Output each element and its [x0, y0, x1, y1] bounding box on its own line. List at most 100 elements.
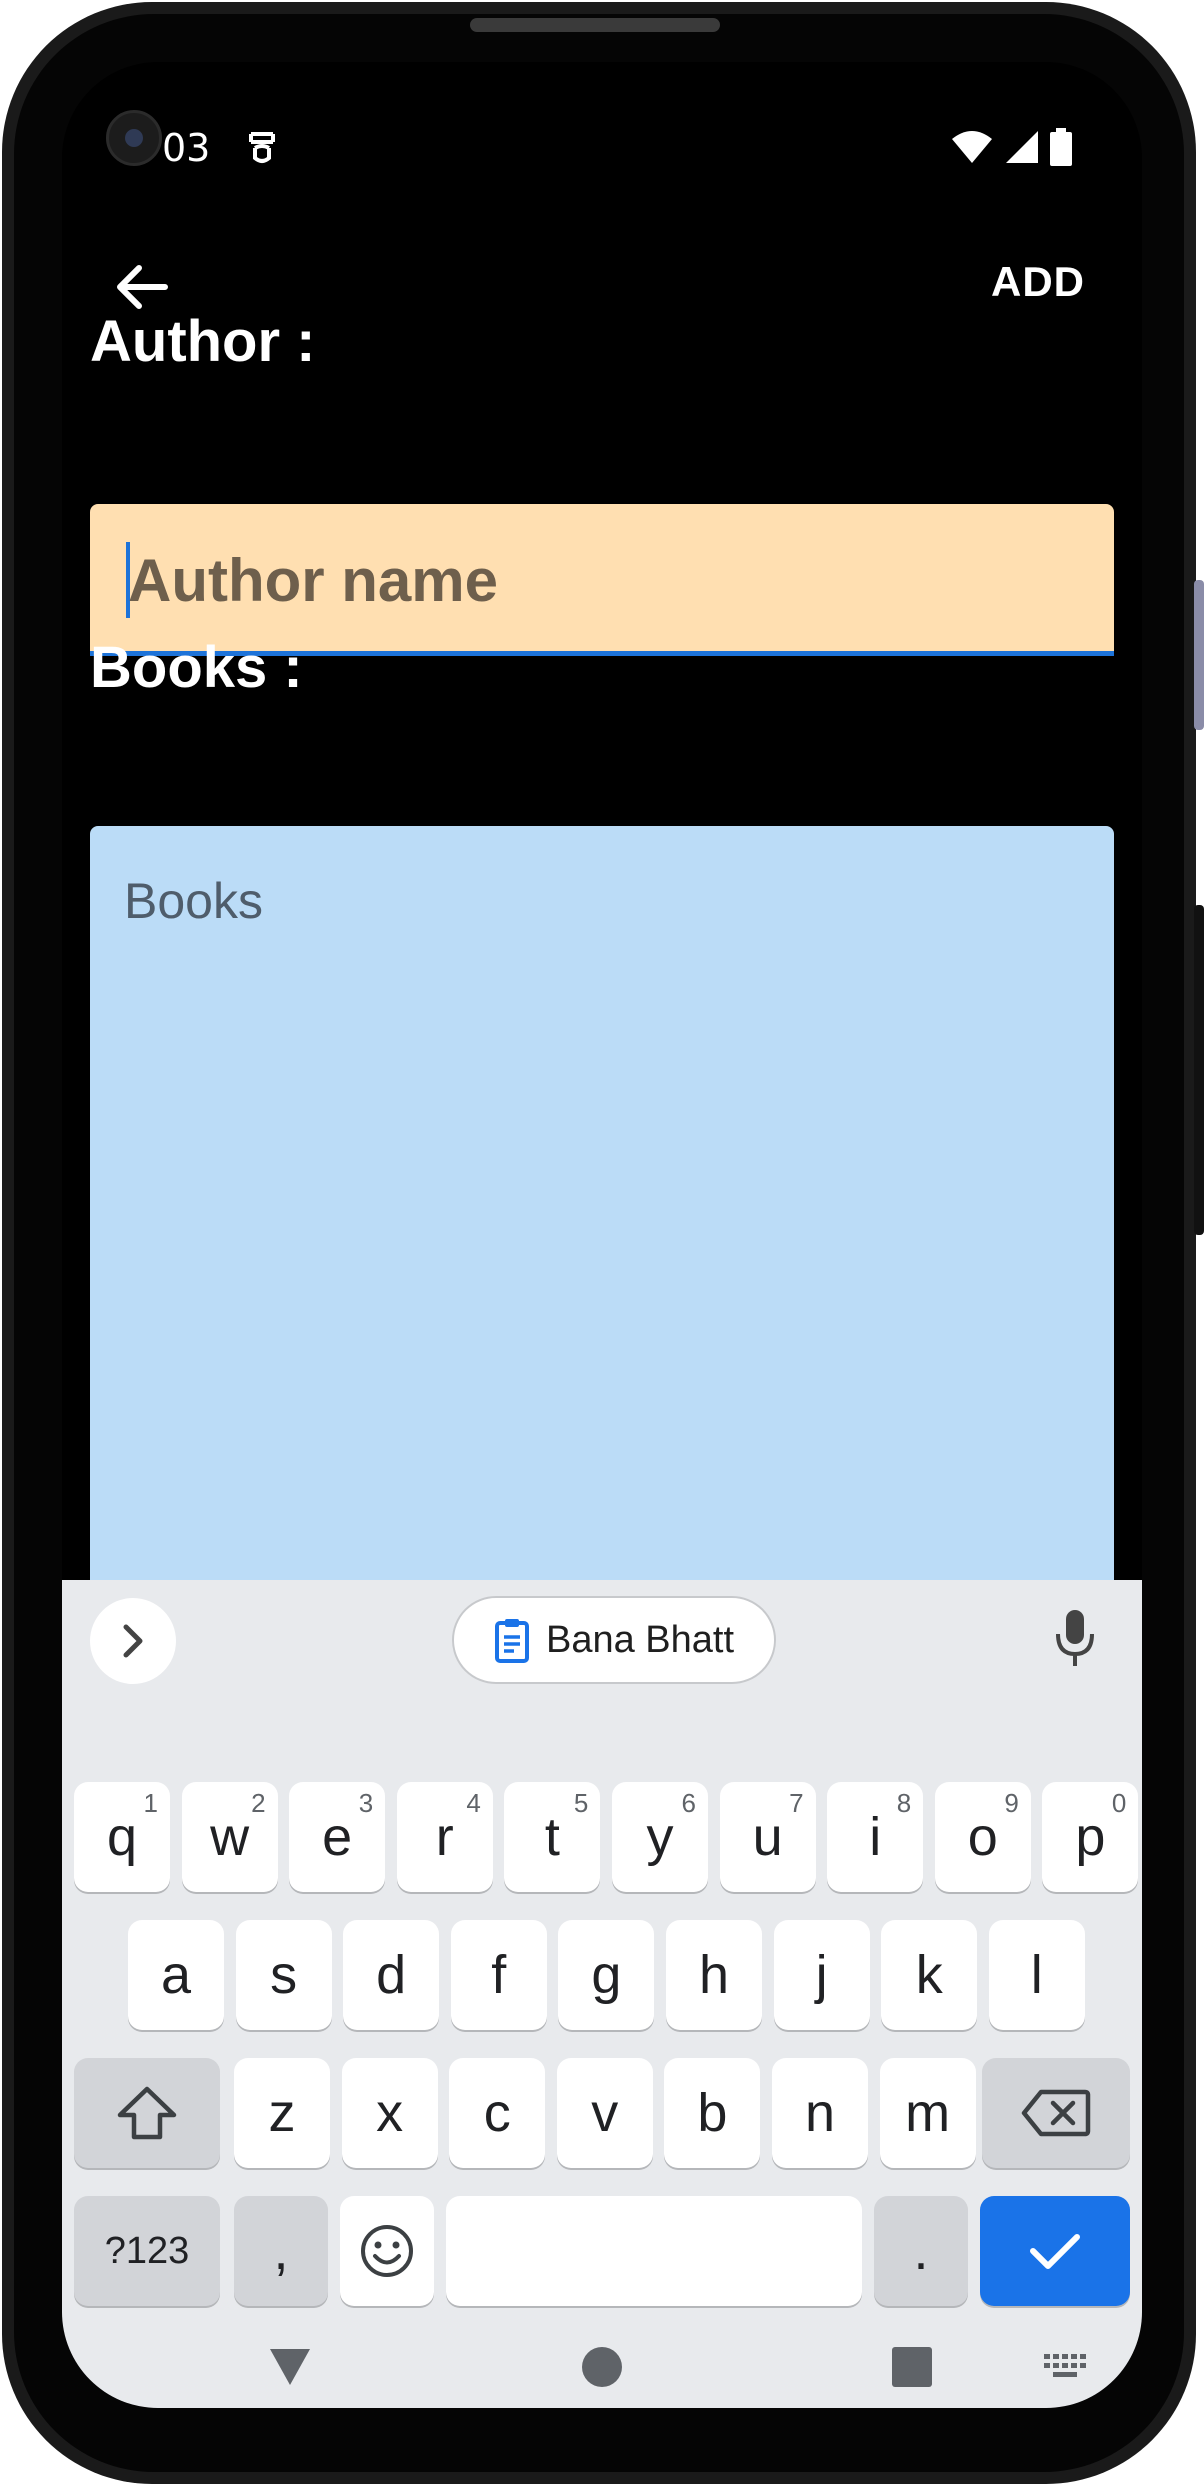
key-f-label: f [491, 1945, 507, 2005]
key-v[interactable]: v [556, 2058, 653, 2168]
battery-icon [1050, 128, 1072, 166]
key-j-label: j [815, 1945, 828, 2005]
key-n[interactable]: n [772, 2058, 868, 2168]
key-u[interactable]: u7 [719, 1782, 816, 1892]
key-w-label: w [210, 1807, 250, 1867]
emoji-icon [361, 2225, 413, 2277]
author-name-placeholder: Author name [128, 547, 499, 614]
backspace-key[interactable] [982, 2058, 1130, 2168]
keyboard-switch-icon[interactable] [1044, 2354, 1088, 2380]
period-key[interactable]: . [874, 2196, 968, 2306]
key-k-label: k [915, 1945, 943, 2005]
key-e-hint: 3 [358, 1788, 374, 1818]
clipboard-suggestion-text: Bana Bhatt [545, 1618, 735, 1661]
mic-icon [1056, 1610, 1094, 1666]
home-circle-icon[interactable] [581, 2346, 623, 2388]
books-label: Books : [90, 635, 303, 700]
key-p-hint: 0 [1111, 1788, 1127, 1818]
space-key[interactable] [446, 2196, 862, 2306]
comma-key[interactable]: , [234, 2196, 328, 2306]
key-o[interactable]: o9 [934, 1782, 1031, 1892]
key-e-label: e [322, 1807, 353, 1867]
key-g-label: g [591, 1945, 622, 2005]
key-u-hint: 7 [789, 1788, 804, 1818]
power-button [1194, 905, 1204, 1235]
key-s-label: s [270, 1945, 298, 2005]
status-time: 03 [162, 126, 211, 170]
earpiece [470, 18, 720, 32]
key-h-label: h [698, 1945, 730, 2005]
key-t-hint: 5 [573, 1788, 589, 1818]
key-s[interactable]: s [235, 1920, 332, 2030]
key-i[interactable]: i8 [827, 1782, 924, 1892]
done-key[interactable] [980, 2196, 1130, 2306]
key-h[interactable]: h [666, 1920, 762, 2030]
books-input[interactable]: Books [90, 826, 1114, 1586]
key-z-label: z [268, 2083, 296, 2143]
key-p[interactable]: p0 [1042, 1782, 1139, 1892]
key-w-hint: 2 [251, 1788, 266, 1818]
key-t-label: t [544, 1807, 560, 1867]
key-x[interactable]: x [341, 2058, 438, 2168]
chevron-right-icon [123, 1624, 143, 1658]
books-placeholder: Books [124, 873, 263, 929]
key-l-label: l [1030, 1945, 1043, 2005]
key-b-label: b [697, 2083, 728, 2143]
on-screen-keyboard: Bana Bhatt q1w2e3r4t5y6u7i8o9p0 asdfghjk… [62, 1580, 1142, 2408]
key-r[interactable]: r4 [396, 1782, 493, 1892]
key-r-hint: 4 [466, 1788, 481, 1818]
key-a-label: a [160, 1945, 192, 2005]
key-l[interactable]: l [988, 1920, 1085, 2030]
key-t[interactable]: t5 [504, 1782, 601, 1892]
status-icons [950, 128, 1072, 166]
voice-input-button[interactable] [1052, 1608, 1098, 1672]
backspace-icon [1021, 2089, 1091, 2137]
alarm-icon [245, 128, 279, 170]
key-i-label: i [869, 1807, 882, 1867]
shift-key[interactable] [74, 2058, 220, 2168]
key-y-label: y [646, 1807, 674, 1867]
key-y[interactable]: y6 [612, 1782, 708, 1892]
period-key-label: . [913, 2221, 929, 2281]
volume-button [1194, 580, 1204, 730]
shift-icon [117, 2086, 177, 2140]
key-o-hint: 9 [1004, 1788, 1019, 1818]
symbols-key[interactable]: ?123 [74, 2196, 220, 2306]
recents-square-icon[interactable] [891, 2346, 933, 2388]
key-c[interactable]: c [449, 2058, 546, 2168]
key-q-label: q [106, 1807, 138, 1867]
clipboard-suggestion-chip[interactable]: Bana Bhatt [452, 1596, 776, 1684]
key-j[interactable]: j [773, 1920, 870, 2030]
key-a[interactable]: a [128, 1920, 224, 2030]
key-f[interactable]: f [450, 1920, 547, 2030]
clipboard-icon [494, 1619, 529, 1663]
keyboard-expand-button[interactable] [90, 1598, 176, 1684]
key-v-label: v [591, 2083, 619, 2143]
key-k[interactable]: k [881, 1920, 978, 2030]
key-o-label: o [967, 1807, 998, 1867]
key-m-label: m [905, 2083, 951, 2143]
check-icon [1030, 2234, 1080, 2269]
key-y-hint: 6 [681, 1788, 696, 1818]
signal-icon [1006, 131, 1038, 163]
key-b[interactable]: b [664, 2058, 761, 2168]
wifi-icon [952, 131, 992, 163]
key-r-label: r [435, 1807, 454, 1867]
key-p-label: p [1075, 1807, 1106, 1867]
key-c-label: c [483, 2083, 511, 2143]
back-triangle-icon[interactable] [267, 2346, 313, 2388]
key-q[interactable]: q1 [74, 1782, 170, 1892]
key-g[interactable]: g [558, 1920, 655, 2030]
key-z[interactable]: z [234, 2058, 330, 2168]
key-d[interactable]: d [343, 1920, 440, 2030]
system-navigation-bar [62, 2346, 1142, 2408]
key-d-label: d [376, 1945, 407, 2005]
key-q-hint: 1 [143, 1788, 158, 1818]
key-u-label: u [752, 1807, 783, 1867]
key-w[interactable]: w2 [181, 1782, 278, 1892]
add-button[interactable]: ADD [991, 258, 1085, 306]
key-m[interactable]: m [879, 2058, 976, 2168]
key-n-label: n [804, 2083, 836, 2143]
key-e[interactable]: e3 [289, 1782, 386, 1892]
emoji-key[interactable] [340, 2196, 434, 2306]
